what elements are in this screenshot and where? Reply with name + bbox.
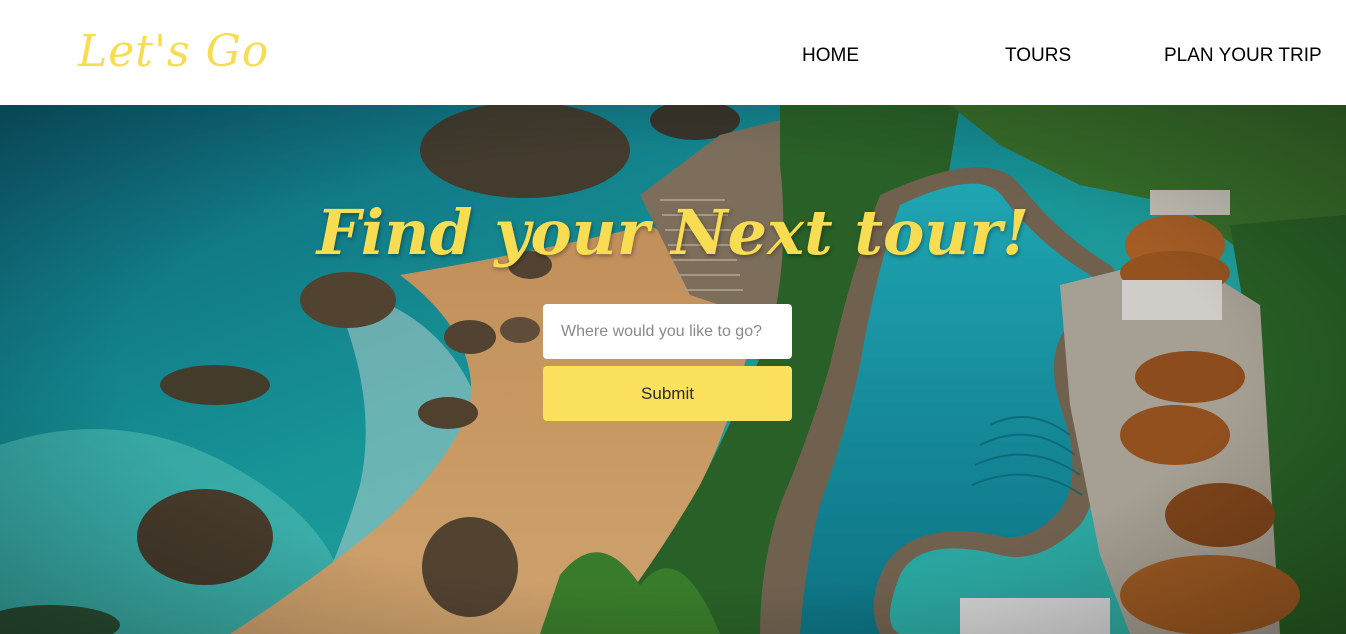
- hero-title: Find your Next tour!: [316, 196, 1030, 269]
- nav-link-plan-your-trip[interactable]: PLAN YOUR TRIP: [1164, 44, 1322, 68]
- nav-link-home[interactable]: HOME: [802, 44, 859, 68]
- submit-button[interactable]: Submit: [543, 366, 792, 421]
- destination-search-input[interactable]: [543, 304, 792, 359]
- site-header: Let's Go HOME TOURS PLAN YOUR TRIP: [0, 0, 1346, 105]
- nav-link-tours[interactable]: TOURS: [1005, 44, 1071, 68]
- logo[interactable]: Let's Go: [78, 24, 269, 80]
- hero-section: Find your Next tour! Submit: [0, 105, 1346, 634]
